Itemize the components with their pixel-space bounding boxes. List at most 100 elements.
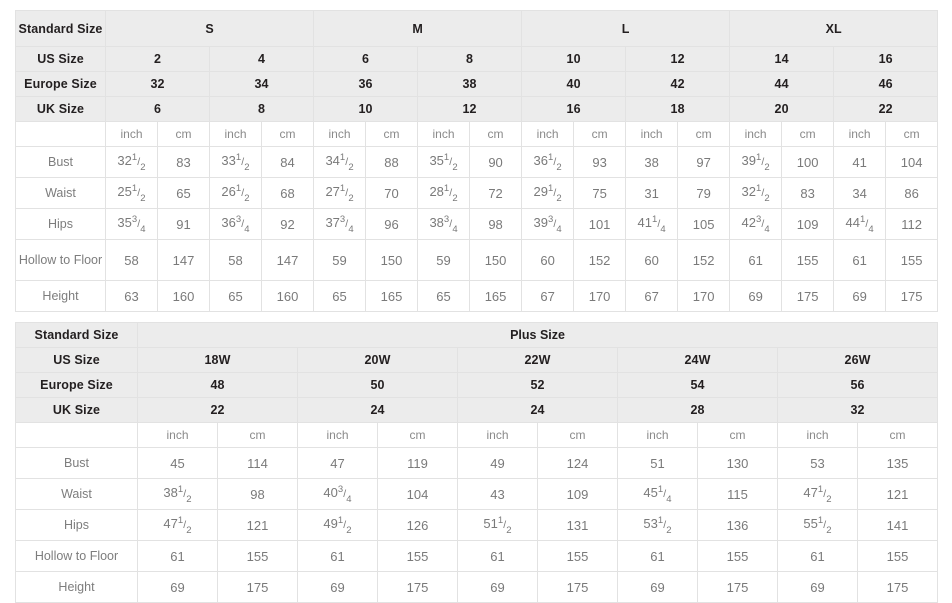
measurement-value: 170 bbox=[677, 280, 731, 312]
measurement-value: 61 bbox=[729, 239, 783, 281]
measurement-value: 114 bbox=[217, 447, 298, 479]
measurement-value: 175 bbox=[537, 571, 618, 603]
plus-europe-size-value: 52 bbox=[457, 372, 618, 398]
plus-unit-label: cm bbox=[697, 422, 778, 448]
plus-uk-size-value: 22 bbox=[137, 397, 298, 423]
plus-uk-size-value: 32 bbox=[776, 397, 939, 423]
fraction: 1/4 bbox=[859, 214, 874, 236]
measurement-row: Waist 381/2 98 403/4 104 43 109 451/4 115 471/2 12… bbox=[15, 478, 939, 510]
europe-size-value: 46 bbox=[833, 71, 939, 97]
measurement-value: 98 bbox=[217, 478, 298, 510]
us-size-value: 10 bbox=[521, 46, 627, 72]
uk-size-value: 6 bbox=[105, 96, 210, 122]
measurement-label: Hips bbox=[15, 208, 106, 240]
measurement-value: 83 bbox=[781, 177, 835, 209]
measurement-value: 124 bbox=[537, 447, 618, 479]
plus-europe-size-value: 50 bbox=[297, 372, 458, 398]
measurement-value: 68 bbox=[260, 177, 315, 209]
plus-unit-label: inch bbox=[297, 422, 378, 448]
plus-unit-row: inch cm inch cm inch cm inch cm inch cm bbox=[15, 422, 939, 448]
measurement-value: 175 bbox=[697, 571, 778, 603]
measurement-value: 105 bbox=[677, 208, 731, 240]
uk-size-value: 18 bbox=[625, 96, 731, 122]
measurement-value: 61 bbox=[777, 540, 858, 572]
unit-label: cm bbox=[365, 121, 419, 147]
measurement-value: 155 bbox=[885, 239, 939, 281]
measurement-value: 341/2 bbox=[313, 146, 367, 178]
measurement-value: 69 bbox=[137, 571, 218, 603]
fraction: 1/4 bbox=[651, 214, 666, 236]
measurement-value: 59 bbox=[313, 239, 367, 281]
measurement-value: 175 bbox=[856, 571, 939, 603]
measurement-value: 170 bbox=[573, 280, 627, 312]
europe-size-value: 42 bbox=[625, 71, 731, 97]
measurement-value: 69 bbox=[297, 571, 378, 603]
us-size-value: 8 bbox=[417, 46, 523, 72]
measurement-value: 104 bbox=[885, 146, 939, 178]
fraction: 1/2 bbox=[657, 515, 672, 537]
measurement-row: Bust 321/2 83 331/2 84 341/2 88 351/2 90 361/2 93 3… bbox=[15, 146, 939, 178]
measurement-value: 98 bbox=[469, 208, 523, 240]
plus-standard-size-row: Standard Size Plus Size bbox=[15, 322, 939, 348]
measurement-value: 51 bbox=[617, 447, 698, 479]
measurement-value: 175 bbox=[781, 280, 835, 312]
fraction: 1/2 bbox=[235, 152, 250, 174]
unit-label: inch bbox=[521, 121, 575, 147]
measurement-label: Hollow to Floor bbox=[15, 239, 106, 281]
measurement-value: 551/2 bbox=[777, 509, 858, 541]
plus-size-title: Plus Size bbox=[136, 322, 939, 348]
measurement-value: 175 bbox=[217, 571, 298, 603]
plus-us-size-label: US Size bbox=[15, 347, 138, 373]
measurement-value: 109 bbox=[781, 208, 835, 240]
plus-uk-size-value: 24 bbox=[457, 397, 618, 423]
measurement-value: 67 bbox=[625, 280, 679, 312]
fraction: 1/2 bbox=[547, 152, 562, 174]
measurement-value: 141 bbox=[856, 509, 939, 541]
europe-size-row: Europe Size 32 34 36 38 40 42 44 46 bbox=[15, 71, 939, 97]
measurement-value: 491/2 bbox=[297, 509, 378, 541]
plus-unit-label: inch bbox=[617, 422, 698, 448]
size-group-l: L bbox=[521, 10, 731, 47]
measurement-value: 72 bbox=[469, 177, 523, 209]
standard-size-label: Standard Size bbox=[15, 10, 106, 47]
unit-label: inch bbox=[105, 121, 158, 147]
measurement-value: 155 bbox=[217, 540, 298, 572]
measurement-value: 119 bbox=[377, 447, 458, 479]
measurement-value: 150 bbox=[365, 239, 419, 281]
measurement-value: 115 bbox=[697, 478, 778, 510]
measurement-value: 353/4 bbox=[105, 208, 158, 240]
measurement-value: 251/2 bbox=[105, 177, 158, 209]
us-size-value: 6 bbox=[313, 46, 419, 72]
unit-row: inch cm inch cm inch cm inch cm inch cm inch cm inch… bbox=[15, 121, 939, 147]
measurement-value: 58 bbox=[209, 239, 262, 281]
measurement-value: 61 bbox=[297, 540, 378, 572]
fraction: 3/4 bbox=[547, 214, 562, 236]
measurement-value: 88 bbox=[365, 146, 419, 178]
europe-size-value: 44 bbox=[729, 71, 835, 97]
measurement-value: 160 bbox=[260, 280, 315, 312]
measurement-value: 321/2 bbox=[105, 146, 158, 178]
measurement-value: 69 bbox=[833, 280, 887, 312]
measurement-value: 451/4 bbox=[617, 478, 698, 510]
measurement-value: 86 bbox=[885, 177, 939, 209]
measurement-value: 47 bbox=[297, 447, 378, 479]
unit-label: cm bbox=[157, 121, 210, 147]
plus-uk-size-row: UK Size 22 24 24 28 32 bbox=[15, 397, 939, 423]
unit-label: inch bbox=[417, 121, 471, 147]
measurement-value: 61 bbox=[617, 540, 698, 572]
fraction: 3/4 bbox=[131, 214, 146, 236]
measurement-value: 104 bbox=[377, 478, 458, 510]
measurement-value: 84 bbox=[260, 146, 315, 178]
measurement-value: 361/2 bbox=[521, 146, 575, 178]
measurement-value: 391/2 bbox=[729, 146, 783, 178]
measurement-value: 321/2 bbox=[729, 177, 783, 209]
plus-us-size-value: 20W bbox=[297, 347, 458, 373]
measurement-label: Waist bbox=[15, 177, 106, 209]
us-size-value: 4 bbox=[208, 46, 315, 72]
measurement-value: 126 bbox=[377, 509, 458, 541]
measurement-value: 155 bbox=[697, 540, 778, 572]
measurement-value: 45 bbox=[137, 447, 218, 479]
measurement-value: 511/2 bbox=[457, 509, 538, 541]
size-group-m: M bbox=[313, 10, 523, 47]
measurement-value: 90 bbox=[469, 146, 523, 178]
